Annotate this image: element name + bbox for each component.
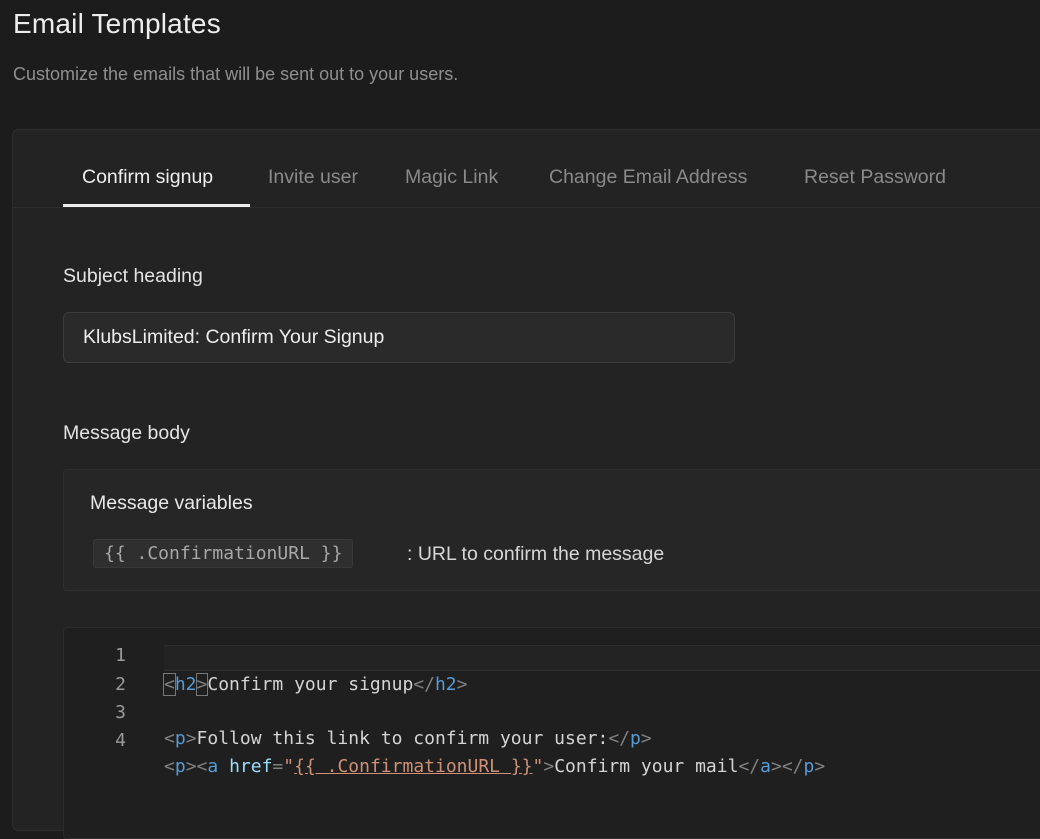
page-title: Email Templates xyxy=(13,8,221,39)
code-content: <h2>Confirm your signup</h2> xyxy=(163,673,468,696)
message-body-editor[interactable]: 1 <h2>Confirm your signup</h2> 2 3 <p>Fo… xyxy=(63,627,1040,839)
template-tabs: Confirm signup Invite user Magic Link Ch… xyxy=(13,130,1040,208)
code-line-3[interactable]: <p>Follow this link to confirm your user… xyxy=(64,700,1040,749)
subject-heading-input[interactable] xyxy=(63,312,735,363)
line-number: 2 xyxy=(115,674,126,695)
message-variables-panel: Message variables {{ .ConfirmationURL }}… xyxy=(63,469,1040,591)
tab-reset-password[interactable]: Reset Password xyxy=(804,166,946,189)
message-body-label: Message body xyxy=(63,422,190,444)
active-tab-indicator xyxy=(63,204,250,207)
code-content: <p><a href="{{ .ConfirmationURL }}">Conf… xyxy=(164,756,826,777)
line-number: 1 xyxy=(115,645,126,666)
email-template-card: Confirm signup Invite user Magic Link Ch… xyxy=(12,129,1040,839)
variable-code: {{ .ConfirmationURL }} xyxy=(93,539,354,568)
tab-magic-link[interactable]: Magic Link xyxy=(405,166,498,189)
tab-invite-user[interactable]: Invite user xyxy=(268,166,358,189)
code-line-1[interactable]: <h2>Confirm your signup</h2> xyxy=(163,645,1040,696)
code-line-4[interactable]: <p><a href="{{ .ConfirmationURL }}">Conf… xyxy=(64,728,1040,777)
tab-change-email-address[interactable]: Change Email Address xyxy=(549,166,747,189)
page-description: Customize the emails that will be sent o… xyxy=(13,64,459,84)
subject-heading-label: Subject heading xyxy=(63,265,203,287)
confirmation-url-link: {{ .ConfirmationURL }} xyxy=(294,756,533,777)
message-variables-title: Message variables xyxy=(90,492,253,514)
tab-confirm-signup[interactable]: Confirm signup xyxy=(82,166,213,189)
variable-description: : URL to confirm the message xyxy=(407,543,665,565)
